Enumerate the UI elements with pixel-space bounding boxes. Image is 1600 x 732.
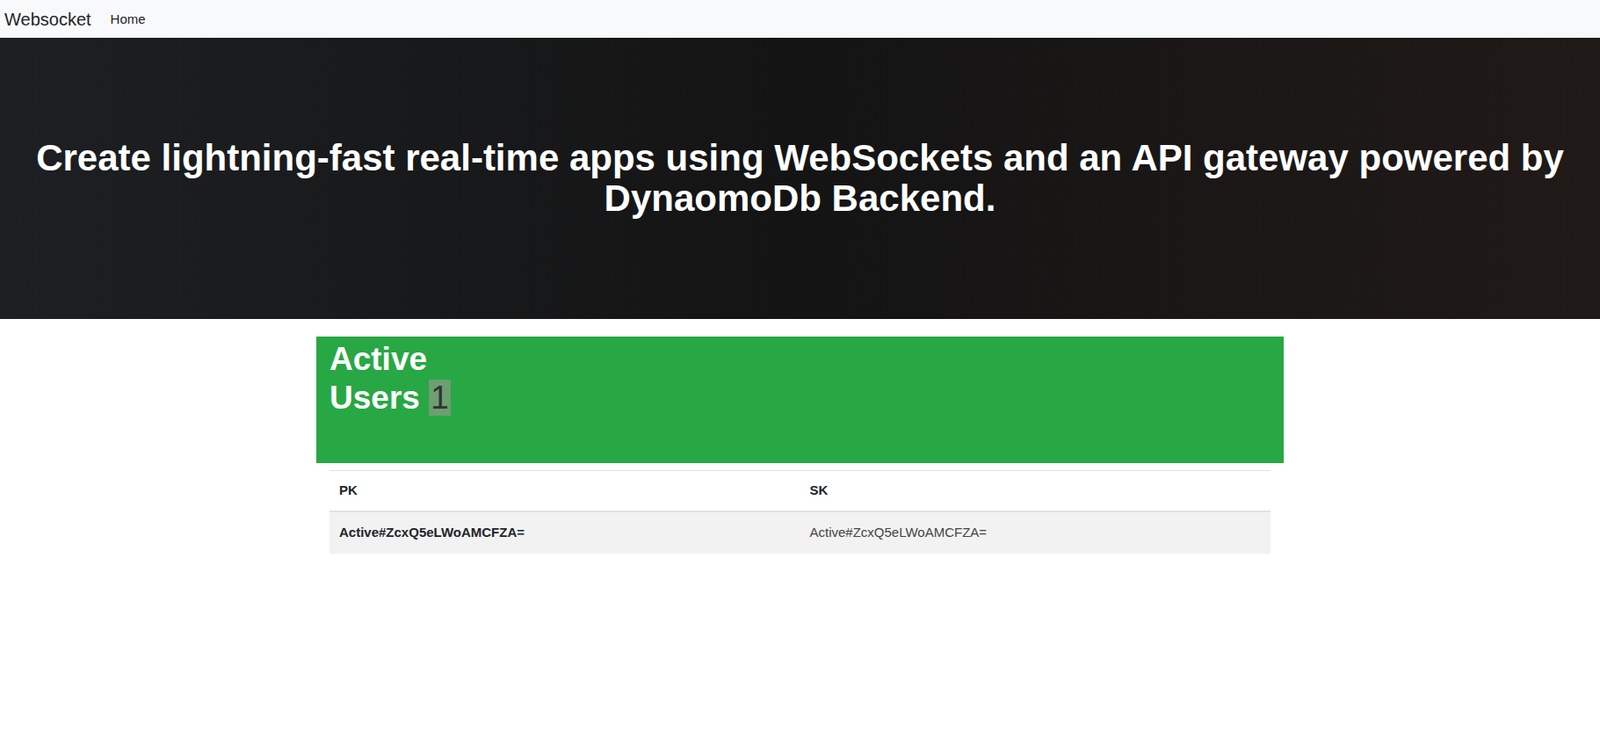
nav-item[interactable]: Home (110, 12, 146, 26)
active-users-heading: Active Users 1 (329, 340, 462, 419)
hero: Create lightning-fast real-time apps usi… (0, 37, 1600, 319)
column-header: SK (800, 470, 1272, 512)
table-row: Active#ZcxQ5eLWoAMCFZA=Active#ZcxQ5eLWoA… (329, 511, 1271, 554)
connections-table: PKSKActive#ZcxQ5eLWoAMCFZA=Active#ZcxQ5e… (329, 470, 1271, 554)
content: Active Users 1 PKSKActive#ZcxQ5eLWoAMCFZA… (316, 336, 1284, 554)
active-users-card: Active Users 1 (316, 336, 1284, 464)
active-users-count: 1 (428, 379, 451, 416)
table-wrapper: PKSKActive#ZcxQ5eLWoAMCFZA=Active#ZcxQ5e… (316, 470, 1284, 554)
column-header: PK (329, 470, 801, 512)
active-users-label: Active Users (329, 340, 428, 416)
header-row: PKSK (329, 470, 1271, 512)
table-cell: Active#ZcxQ5eLWoAMCFZA= (329, 511, 801, 554)
table-body: Active#ZcxQ5eLWoAMCFZA=Active#ZcxQ5eLWoA… (329, 511, 1271, 554)
table-header: PKSK (329, 470, 1271, 512)
hero-title: Create lightning-fast real-time apps usi… (14, 137, 1587, 219)
table-cell: Active#ZcxQ5eLWoAMCFZA= (800, 511, 1272, 554)
brand-link[interactable]: Websocket (4, 10, 92, 29)
navbar: Websocket Home (0, 0, 1600, 38)
